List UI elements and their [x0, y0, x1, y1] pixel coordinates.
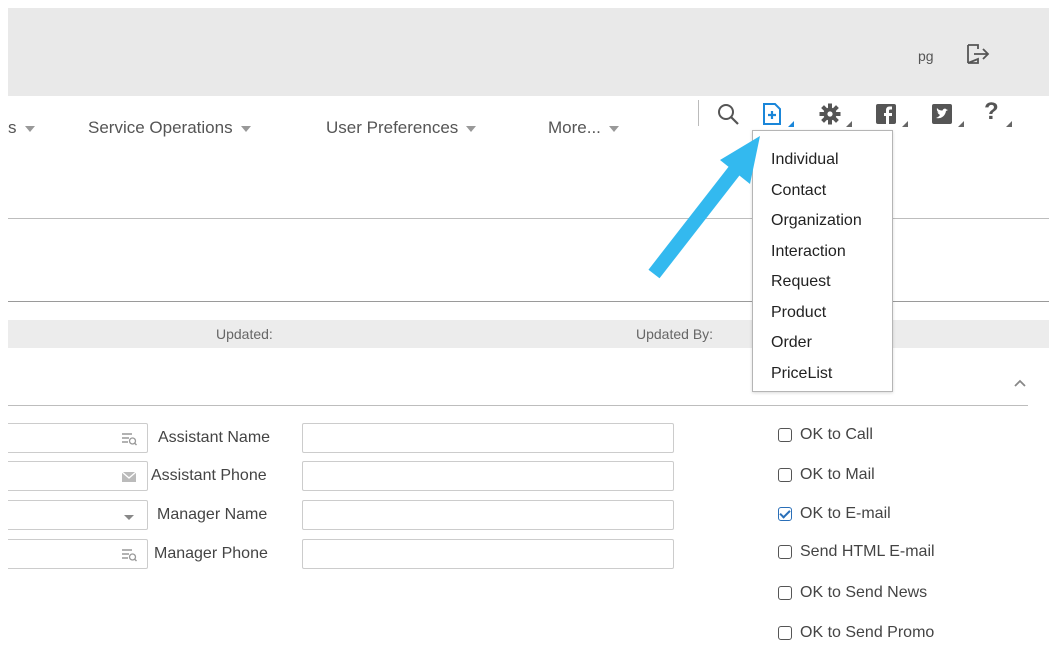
chevron-down-icon	[466, 126, 477, 132]
chevron-down-icon	[24, 126, 35, 132]
checkbox-checked[interactable]	[778, 507, 792, 521]
menu-item-interaction[interactable]: Interaction	[753, 237, 892, 268]
twitter-caret-icon	[958, 121, 964, 127]
pref-label: OK to Mail	[800, 466, 875, 483]
menu-item-organization[interactable]: Organization	[753, 206, 892, 237]
nav-menu-truncated[interactable]: s	[8, 118, 35, 138]
pref-ok-to-email[interactable]: OK to E-mail	[778, 505, 891, 523]
truncated-select-field[interactable]	[8, 500, 148, 530]
nav-menu-more[interactable]: More...	[548, 118, 619, 138]
chevron-down-icon	[240, 126, 251, 132]
checkbox[interactable]	[778, 626, 792, 640]
truncated-lookup-field[interactable]	[8, 423, 148, 453]
panel-divider	[8, 405, 1028, 406]
new-record-icon[interactable]	[760, 102, 784, 126]
nav-menu-label: More...	[548, 118, 601, 137]
logout-icon[interactable]	[964, 40, 992, 68]
search-icon[interactable]	[716, 102, 740, 126]
envelope-icon[interactable]	[121, 470, 137, 484]
nav-menu-service-operations[interactable]: Service Operations	[88, 118, 251, 138]
nav-menu-label: User Preferences	[326, 118, 459, 137]
gear-icon[interactable]	[818, 102, 842, 126]
menu-item-request[interactable]: Request	[753, 267, 892, 298]
pref-label: Send HTML E-mail	[800, 543, 935, 560]
manager-name-input[interactable]	[302, 500, 674, 530]
pref-ok-to-send-promo[interactable]: OK to Send Promo	[778, 624, 934, 642]
chevron-up-icon[interactable]	[1013, 378, 1027, 388]
pref-ok-to-mail[interactable]: OK to Mail	[778, 466, 875, 484]
checkbox[interactable]	[778, 428, 792, 442]
twitter-icon[interactable]	[930, 102, 954, 126]
assistant-name-label: Assistant Name	[158, 429, 271, 446]
user-initials[interactable]: pg	[918, 48, 934, 64]
pref-send-html-email[interactable]: Send HTML E-mail	[778, 543, 935, 561]
menu-item-order[interactable]: Order	[753, 328, 892, 359]
manager-phone-input[interactable]	[302, 539, 674, 569]
new-record-menu: Individual Contact Organization Interact…	[752, 130, 893, 392]
assistant-name-input[interactable]	[302, 423, 674, 453]
nav-menu-user-preferences[interactable]: User Preferences	[326, 118, 477, 138]
manager-phone-label: Manager Phone	[154, 545, 268, 562]
checkbox[interactable]	[778, 586, 792, 600]
pref-label: OK to Call	[800, 426, 873, 443]
checkbox[interactable]	[778, 545, 792, 559]
menu-item-individual[interactable]: Individual	[753, 145, 892, 176]
assistant-phone-input[interactable]	[302, 461, 674, 491]
pref-label: OK to E-mail	[800, 505, 891, 522]
checkbox[interactable]	[778, 468, 792, 482]
pref-label: OK to Send News	[800, 584, 928, 601]
help-caret-icon	[1006, 121, 1012, 127]
updated-label: Updated:	[216, 326, 273, 342]
nav-menu-label: Service Operations	[88, 118, 233, 137]
nav-menu-label: s	[8, 118, 17, 137]
facebook-caret-icon	[902, 121, 908, 127]
facebook-icon[interactable]	[874, 102, 898, 126]
truncated-email-field[interactable]	[8, 461, 148, 491]
truncated-lookup-field[interactable]	[8, 539, 148, 569]
top-header-bar: pg	[8, 8, 1049, 96]
lookup-icon[interactable]	[121, 548, 137, 562]
pref-ok-to-send-news[interactable]: OK to Send News	[778, 584, 927, 602]
menu-item-pricelist[interactable]: PriceList	[753, 359, 892, 390]
menu-item-contact[interactable]: Contact	[753, 176, 892, 207]
chevron-down-icon[interactable]	[121, 510, 137, 524]
chevron-down-icon	[608, 126, 619, 132]
assistant-phone-label: Assistant Phone	[151, 467, 267, 484]
lookup-icon[interactable]	[121, 432, 137, 446]
pref-ok-to-call[interactable]: OK to Call	[778, 426, 873, 444]
new-menu-caret-icon	[788, 121, 794, 127]
app-frame: pg s Service Operations User Preferences…	[8, 8, 1049, 660]
menu-item-product[interactable]: Product	[753, 298, 892, 329]
pref-label: OK to Send Promo	[800, 624, 935, 641]
updated-by-label: Updated By:	[636, 326, 714, 342]
manager-name-label: Manager Name	[157, 506, 268, 523]
toolbar-divider	[698, 100, 699, 126]
help-icon[interactable]: ?	[984, 98, 999, 126]
settings-caret-icon	[846, 121, 852, 127]
